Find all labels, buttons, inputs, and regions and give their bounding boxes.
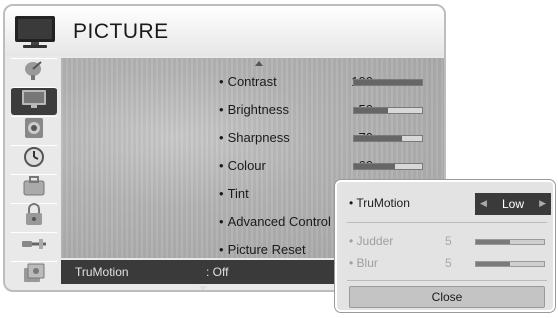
judder-label: Judder	[356, 234, 394, 248]
sidebar-item-lock[interactable]	[11, 203, 57, 231]
arrow-right-icon[interactable]: ▶	[539, 198, 546, 209]
clock-icon	[23, 146, 45, 173]
satellite-dish-icon	[22, 59, 46, 86]
lock-icon	[24, 203, 44, 232]
sidebar-item-audio[interactable]	[11, 116, 57, 144]
blur-label: Blur	[356, 256, 378, 270]
sidebar-item-channel[interactable]	[11, 58, 57, 86]
blur-slider	[475, 261, 545, 267]
page-title: PICTURE	[73, 20, 169, 43]
trumotion-selector[interactable]: ◀ Low ▶	[475, 193, 551, 215]
sharpness-slider[interactable]	[353, 135, 423, 142]
speaker-audio-icon	[23, 117, 45, 144]
blur-value: 5	[445, 256, 452, 270]
sidebar-item-option[interactable]	[11, 174, 57, 202]
menu-item-label: Picture Reset	[227, 242, 306, 257]
close-button[interactable]: Close	[349, 286, 545, 308]
media-usb-icon	[22, 262, 46, 289]
trumotion-value: Low	[501, 197, 524, 211]
menu-item-colour[interactable]: • Colour	[219, 158, 266, 178]
status-label: TruMotion	[75, 265, 129, 279]
input-cable-icon	[21, 236, 47, 257]
sidebar-item-picture[interactable]	[11, 87, 57, 115]
scroll-up-icon[interactable]	[255, 61, 263, 66]
menu-header: PICTURE	[5, 6, 444, 56]
colour-slider[interactable]	[353, 163, 423, 170]
sidebar	[11, 58, 57, 290]
tv-icon	[13, 14, 57, 50]
status-value: : Off	[206, 265, 229, 279]
menu-item-picture-reset[interactable]: • Picture Reset	[219, 242, 306, 262]
menu-item-label: Sharpness	[227, 130, 290, 145]
trumotion-row: • TruMotion ◀ Low ▶	[337, 190, 553, 218]
trumotion-popup: • TruMotion ◀ Low ▶ • Judder 5 • Blur 5 …	[335, 180, 555, 312]
judder-value: 5	[445, 234, 452, 248]
menu-item-sharpness[interactable]: • Sharpness	[219, 130, 290, 150]
tv-picture-icon	[21, 89, 47, 114]
divider	[347, 222, 547, 223]
menu-item-label: Advanced Control	[227, 214, 331, 229]
sidebar-item-input[interactable]	[11, 232, 57, 260]
menu-item-tint[interactable]: • Tint	[219, 186, 249, 206]
menu-item-advanced-control[interactable]: • Advanced Control	[219, 214, 331, 234]
menu-item-contrast[interactable]: • Contrast	[219, 74, 277, 94]
sidebar-item-time[interactable]	[11, 145, 57, 173]
trumotion-label: TruMotion	[356, 196, 410, 210]
menu-item-brightness[interactable]: • Brightness	[219, 102, 289, 122]
menu-item-label: Brightness	[227, 102, 289, 117]
arrow-left-icon[interactable]: ◀	[480, 198, 487, 209]
sidebar-item-usb[interactable]	[11, 261, 57, 289]
judder-slider	[475, 239, 545, 245]
briefcase-option-icon	[22, 176, 46, 201]
menu-item-label: Contrast	[227, 74, 277, 89]
brightness-slider[interactable]	[353, 107, 423, 114]
scroll-down-icon[interactable]	[199, 286, 207, 290]
contrast-slider[interactable]	[353, 79, 423, 86]
blur-row: • Blur 5	[337, 250, 553, 278]
menu-item-label: Tint	[227, 186, 249, 201]
menu-item-label: Colour	[227, 158, 266, 173]
divider	[347, 280, 547, 281]
